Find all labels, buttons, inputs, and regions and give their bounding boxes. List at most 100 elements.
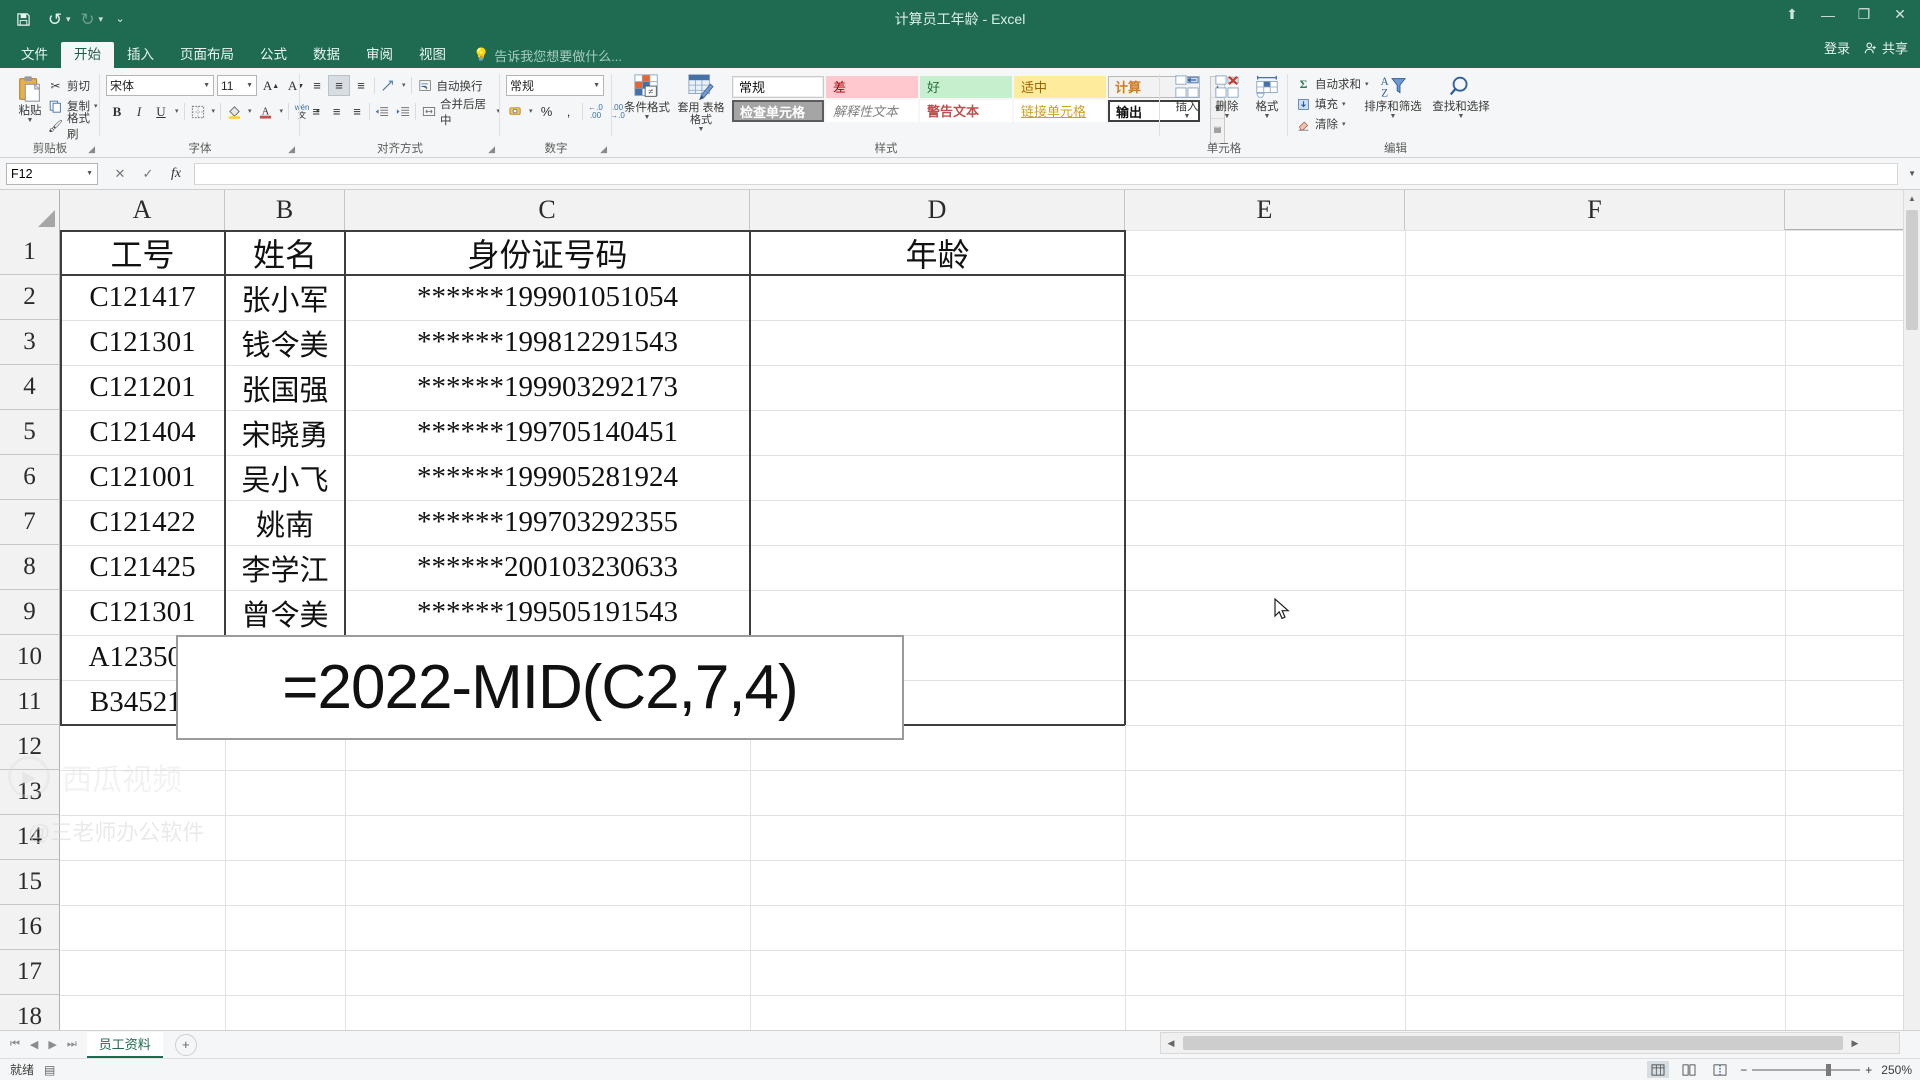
delete-cells-button[interactable]: 删除 ▼ bbox=[1208, 74, 1246, 120]
zoom-slider[interactable]: − + bbox=[1740, 1063, 1872, 1077]
zoom-out-button[interactable]: − bbox=[1740, 1063, 1747, 1077]
row-header-7[interactable]: 7 bbox=[0, 500, 60, 545]
expand-formula-bar-icon[interactable]: ▼ bbox=[1908, 169, 1916, 178]
cell-D3[interactable] bbox=[750, 320, 1125, 365]
cell-B2[interactable]: 张小军 bbox=[225, 275, 345, 320]
cell-A6[interactable]: C121001 bbox=[60, 455, 225, 500]
cell-B4[interactable]: 张国强 bbox=[225, 365, 345, 410]
zoom-thumb[interactable] bbox=[1826, 1063, 1832, 1076]
cell-B9[interactable]: 曾令美 bbox=[225, 590, 345, 635]
cell-C9[interactable]: ******199505191543 bbox=[345, 590, 750, 635]
sheet-tab-employee-data[interactable]: 员工资料 bbox=[86, 1031, 163, 1058]
find-select-button[interactable]: 查找和选择 ▼ bbox=[1430, 74, 1492, 120]
find-select-dropdown-icon[interactable]: ▼ bbox=[1458, 113, 1465, 120]
fill-dropdown-icon[interactable]: ▾ bbox=[1342, 101, 1346, 108]
clipboard-dialog-launcher[interactable]: ◢ bbox=[88, 144, 95, 155]
zoom-level-label[interactable]: 250% bbox=[1881, 1063, 1912, 1077]
prev-sheet-icon[interactable]: ◀ bbox=[30, 1038, 38, 1051]
align-right-icon[interactable]: ≡ bbox=[347, 101, 367, 122]
format-dropdown-icon[interactable]: ▼ bbox=[1264, 113, 1271, 120]
chevron-down-icon[interactable]: ▼ bbox=[200, 82, 210, 89]
conditional-formatting-button[interactable]: ≠ 条件格式 ▼ bbox=[620, 73, 674, 121]
cell-C3[interactable]: ******199812291543 bbox=[345, 320, 750, 365]
delete-dropdown-icon[interactable]: ▼ bbox=[1224, 113, 1231, 120]
chevron-down-icon[interactable]: ▼ bbox=[243, 82, 253, 89]
zoom-in-button[interactable]: + bbox=[1865, 1063, 1872, 1077]
ribbon-display-options-icon[interactable]: ⬆ bbox=[1782, 6, 1802, 23]
ribbon-tab-3[interactable]: 页面布局 bbox=[167, 42, 247, 68]
cell-A9[interactable]: C121301 bbox=[60, 590, 225, 635]
cell-A5[interactable]: C121404 bbox=[60, 410, 225, 455]
cell-D2[interactable] bbox=[750, 275, 1125, 320]
column-header-A[interactable]: A bbox=[60, 190, 225, 230]
align-middle-icon[interactable]: ≡ bbox=[328, 75, 350, 96]
cell-C4[interactable]: ******199903292173 bbox=[345, 365, 750, 410]
borders-dropdown-icon[interactable]: ▾ bbox=[212, 108, 216, 115]
copy-dropdown-icon[interactable]: ▾ bbox=[94, 103, 98, 110]
orientation-icon[interactable] bbox=[377, 75, 399, 96]
cell-C7[interactable]: ******199703292355 bbox=[345, 500, 750, 545]
column-header-B[interactable]: B bbox=[225, 190, 345, 230]
borders-icon[interactable] bbox=[187, 101, 209, 122]
last-sheet-icon[interactable]: ⏭ bbox=[67, 1038, 77, 1051]
currency-format-icon[interactable] bbox=[504, 101, 526, 122]
cell-style-normal[interactable]: 常规 bbox=[732, 76, 824, 98]
align-left-icon[interactable]: ≡ bbox=[306, 101, 326, 122]
column-header-E[interactable]: E bbox=[1125, 190, 1405, 230]
cell-A7[interactable]: C121422 bbox=[60, 500, 225, 545]
cut-button[interactable]: ✂ 剪切 bbox=[48, 76, 100, 96]
fill-button[interactable]: 填充 ▾ bbox=[1296, 94, 1369, 114]
cell-D7[interactable] bbox=[750, 500, 1125, 545]
fill-color-dropdown-icon[interactable]: ▾ bbox=[248, 108, 252, 115]
cell-B1[interactable]: 姓名 bbox=[225, 230, 345, 275]
select-all-button[interactable] bbox=[0, 190, 60, 230]
scroll-right-icon[interactable]: ▶ bbox=[1845, 1038, 1865, 1049]
ribbon-tab-4[interactable]: 公式 bbox=[247, 42, 300, 68]
number-format-combobox[interactable]: 常规 ▼ bbox=[506, 75, 604, 96]
chevron-down-icon[interactable]: ▼ bbox=[86, 170, 93, 177]
cell-C6[interactable]: ******199905281924 bbox=[345, 455, 750, 500]
ribbon-tab-7[interactable]: 视图 bbox=[406, 42, 459, 68]
sign-in-button[interactable]: 登录 bbox=[1824, 38, 1850, 57]
ribbon-tab-1[interactable]: 开始 bbox=[61, 42, 114, 68]
cell-D8[interactable] bbox=[750, 545, 1125, 590]
next-sheet-icon[interactable]: ▶ bbox=[48, 1038, 56, 1051]
cell-C1[interactable]: 身份证号码 bbox=[345, 230, 750, 275]
bold-button[interactable]: B bbox=[106, 101, 128, 122]
scroll-left-icon[interactable]: ◀ bbox=[1161, 1038, 1181, 1049]
currency-dropdown-icon[interactable]: ▾ bbox=[529, 108, 533, 115]
cell-D1[interactable]: 年龄 bbox=[750, 230, 1125, 275]
format-cells-button[interactable]: 格式 ▼ bbox=[1248, 74, 1286, 120]
cell-D6[interactable] bbox=[750, 455, 1125, 500]
enter-formula-icon[interactable]: ✓ bbox=[134, 163, 162, 185]
row-header-5[interactable]: 5 bbox=[0, 410, 60, 455]
column-header-C[interactable]: C bbox=[345, 190, 750, 230]
add-sheet-button[interactable]: + bbox=[174, 1033, 197, 1056]
cell-style-explanatory[interactable]: 解释性文本 bbox=[826, 100, 918, 122]
merge-center-button[interactable]: 合并后居中 ▾ bbox=[422, 99, 500, 127]
first-sheet-icon[interactable]: ⏮ bbox=[10, 1038, 20, 1051]
fill-color-icon[interactable] bbox=[223, 101, 245, 122]
cell-B3[interactable]: 钱令美 bbox=[225, 320, 345, 365]
format-painter-button[interactable]: 🖌 格式刷 bbox=[48, 113, 100, 141]
paste-dropdown-icon[interactable]: ▼ bbox=[27, 117, 34, 124]
underline-button[interactable]: U bbox=[150, 101, 172, 122]
cancel-formula-icon[interactable]: ✕ bbox=[106, 163, 134, 185]
cell-D9[interactable] bbox=[750, 590, 1125, 635]
cell-A4[interactable]: C121201 bbox=[60, 365, 225, 410]
clear-dropdown-icon[interactable]: ▾ bbox=[1342, 121, 1346, 128]
row-header-9[interactable]: 9 bbox=[0, 590, 60, 635]
row-header-2[interactable]: 2 bbox=[0, 275, 60, 320]
align-center-icon[interactable]: ≡ bbox=[326, 101, 346, 122]
minimize-button[interactable]: — bbox=[1818, 7, 1838, 23]
scroll-up-icon[interactable]: ▲ bbox=[1904, 190, 1920, 207]
align-top-icon[interactable]: ≡ bbox=[306, 75, 328, 96]
tell-me-box[interactable]: 💡 告诉我您想要做什么... bbox=[473, 42, 622, 68]
insert-cells-button[interactable]: 插入 ▼ bbox=[1168, 74, 1206, 120]
cell-A2[interactable]: C121417 bbox=[60, 275, 225, 320]
cell-C5[interactable]: ******199705140451 bbox=[345, 410, 750, 455]
cell-style-good[interactable]: 好 bbox=[920, 76, 1012, 98]
cell-style-linked[interactable]: 链接单元格 bbox=[1014, 100, 1106, 122]
cell-B7[interactable]: 姚南 bbox=[225, 500, 345, 545]
row-header-8[interactable]: 8 bbox=[0, 545, 60, 590]
